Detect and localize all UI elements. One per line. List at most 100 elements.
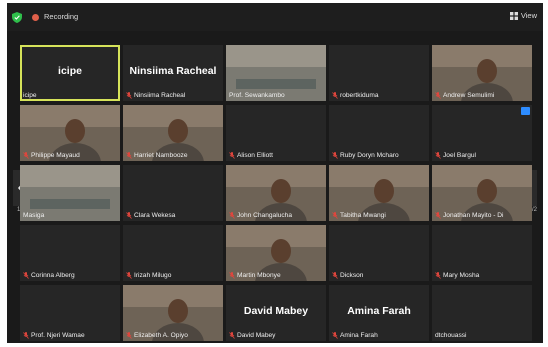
muted-mic-icon xyxy=(435,272,441,279)
muted-mic-icon xyxy=(435,212,441,219)
participant-name: Joel Bargul xyxy=(443,152,476,159)
participant-name-label: Clara Wekesa xyxy=(126,212,221,219)
view-label: View xyxy=(520,11,537,20)
participant-tile[interactable]: Tabitha Mwangi xyxy=(329,165,429,221)
participant-name-label: Jonathan Mayito - Di xyxy=(435,212,530,219)
muted-mic-icon xyxy=(435,152,441,159)
muted-mic-icon xyxy=(126,272,132,279)
muted-mic-icon xyxy=(23,272,29,279)
participant-tile[interactable]: Clara Wekesa xyxy=(123,165,223,221)
participant-name-label: Masiga xyxy=(23,212,118,219)
participant-name: Andrew Semulimi xyxy=(443,92,495,99)
participant-tile[interactable]: Prof. Njeri Wamae xyxy=(20,285,120,341)
participant-tile[interactable]: dtchouassi xyxy=(432,285,532,341)
participant-tile[interactable]: Corinna Alberg xyxy=(20,225,120,281)
participant-tile[interactable]: Irizah Milugo xyxy=(123,225,223,281)
muted-mic-icon xyxy=(126,332,132,339)
participant-name-label: Tabitha Mwangi xyxy=(332,212,427,219)
participant-name: Prof. Njeri Wamae xyxy=(31,332,85,339)
participant-tile[interactable]: Amina Farah Amina Farah xyxy=(329,285,429,341)
participant-tile[interactable]: Joel Bargul xyxy=(432,105,532,161)
participant-name-label: Joel Bargul xyxy=(435,152,530,159)
participant-name: Tabitha Mwangi xyxy=(340,212,386,219)
participant-tile[interactable]: Ruby Doryn Mcharo xyxy=(329,105,429,161)
participant-name: Harriet Nambooze xyxy=(134,152,188,159)
more-options-icon[interactable] xyxy=(521,107,530,115)
participant-name-label: Irizah Milugo xyxy=(126,272,221,279)
participant-tile[interactable]: icipe icipe xyxy=(20,45,120,101)
participant-name: Alison Elliott xyxy=(237,152,273,159)
participant-name-label: Philippe Mayaud xyxy=(23,152,118,159)
muted-mic-icon xyxy=(23,152,29,159)
participant-tile[interactable]: Prof. Sewankambo xyxy=(226,45,326,101)
muted-mic-icon xyxy=(229,212,235,219)
participant-display-name: David Mabey xyxy=(243,305,309,317)
view-button[interactable]: View xyxy=(509,11,537,20)
participant-name: Amina Farah xyxy=(340,332,378,339)
top-bar: Recording View xyxy=(7,3,543,31)
participant-name-label: John Changalucha xyxy=(229,212,324,219)
participant-tile[interactable]: Elizabeth A. Opiyo xyxy=(123,285,223,341)
participant-tile[interactable]: Mary Mosha xyxy=(432,225,532,281)
muted-mic-icon xyxy=(229,332,235,339)
participant-name: Martin Mbonye xyxy=(237,272,281,279)
participant-tile[interactable]: Andrew Semulimi xyxy=(432,45,532,101)
participant-tile[interactable]: Jonathan Mayito - Di xyxy=(432,165,532,221)
recording-label: Recording xyxy=(44,12,79,21)
participant-name-label: Dickson xyxy=(332,272,427,279)
participant-name: Dickson xyxy=(340,272,364,279)
muted-mic-icon xyxy=(332,152,338,159)
participant-grid: icipe icipe Ninsiima Racheal Ninsiima Rache… xyxy=(20,45,532,341)
participant-name: icipe xyxy=(23,92,37,99)
muted-mic-icon xyxy=(126,92,132,99)
participant-name-label: Ninsiima Racheal xyxy=(126,92,221,99)
muted-mic-icon xyxy=(332,332,338,339)
participant-name: David Mabey xyxy=(237,332,276,339)
participant-display-name: icipe xyxy=(58,65,82,77)
participant-name: Corinna Alberg xyxy=(31,272,75,279)
participant-tile[interactable]: robertkiduma xyxy=(329,45,429,101)
grid-view-icon xyxy=(509,11,518,20)
participant-display-name: Ninsiima Racheal xyxy=(129,65,217,77)
muted-mic-icon xyxy=(332,92,338,99)
shield-icon[interactable] xyxy=(12,12,22,23)
participant-name-label: Harriet Nambooze xyxy=(126,152,221,159)
participant-name: Clara Wekesa xyxy=(134,212,176,219)
participant-name-label: Corinna Alberg xyxy=(23,272,118,279)
participant-tile[interactable]: David Mabey David Mabey xyxy=(226,285,326,341)
participant-name-label: Prof. Sewankambo xyxy=(229,92,324,99)
participant-name-label: Andrew Semulimi xyxy=(435,92,530,99)
muted-mic-icon xyxy=(126,152,132,159)
participant-tile[interactable]: Dickson xyxy=(329,225,429,281)
participant-tile[interactable]: Philippe Mayaud xyxy=(20,105,120,161)
participant-tile[interactable]: Martin Mbonye xyxy=(226,225,326,281)
participant-name-label: Martin Mbonye xyxy=(229,272,324,279)
participant-name: Ruby Doryn Mcharo xyxy=(340,152,399,159)
participant-name-label: David Mabey xyxy=(229,332,324,339)
participant-tile[interactable]: John Changalucha xyxy=(226,165,326,221)
participant-name: Ninsiima Racheal xyxy=(134,92,186,99)
participant-name-label: Prof. Njeri Wamae xyxy=(23,332,118,339)
participant-name-label: icipe xyxy=(23,92,118,99)
muted-mic-icon xyxy=(332,212,338,219)
participant-name: Masiga xyxy=(23,212,45,219)
participant-name-label: Alison Elliott xyxy=(229,152,324,159)
participant-tile[interactable]: Alison Elliott xyxy=(226,105,326,161)
muted-mic-icon xyxy=(332,272,338,279)
participant-name: Elizabeth A. Opiyo xyxy=(134,332,188,339)
participant-display-name: Amina Farah xyxy=(347,305,411,317)
participant-tile[interactable]: Masiga xyxy=(20,165,120,221)
meeting-window: Recording View 1/2 1/2 icipeicipeNinsiim… xyxy=(7,3,543,343)
participant-tile[interactable]: Harriet Nambooze xyxy=(123,105,223,161)
muted-mic-icon xyxy=(126,212,132,219)
participant-name-label: Mary Mosha xyxy=(435,272,530,279)
participant-name-label: Amina Farah xyxy=(332,332,427,339)
participant-name: dtchouassi xyxy=(435,332,467,339)
participant-tile[interactable]: Ninsiima Racheal Ninsiima Racheal xyxy=(123,45,223,101)
participant-name: Mary Mosha xyxy=(443,272,480,279)
participant-name: Philippe Mayaud xyxy=(31,152,80,159)
participant-name-label: robertkiduma xyxy=(332,92,427,99)
recording-icon xyxy=(32,14,39,21)
participant-name: Irizah Milugo xyxy=(134,272,172,279)
participant-name: Prof. Sewankambo xyxy=(229,92,285,99)
